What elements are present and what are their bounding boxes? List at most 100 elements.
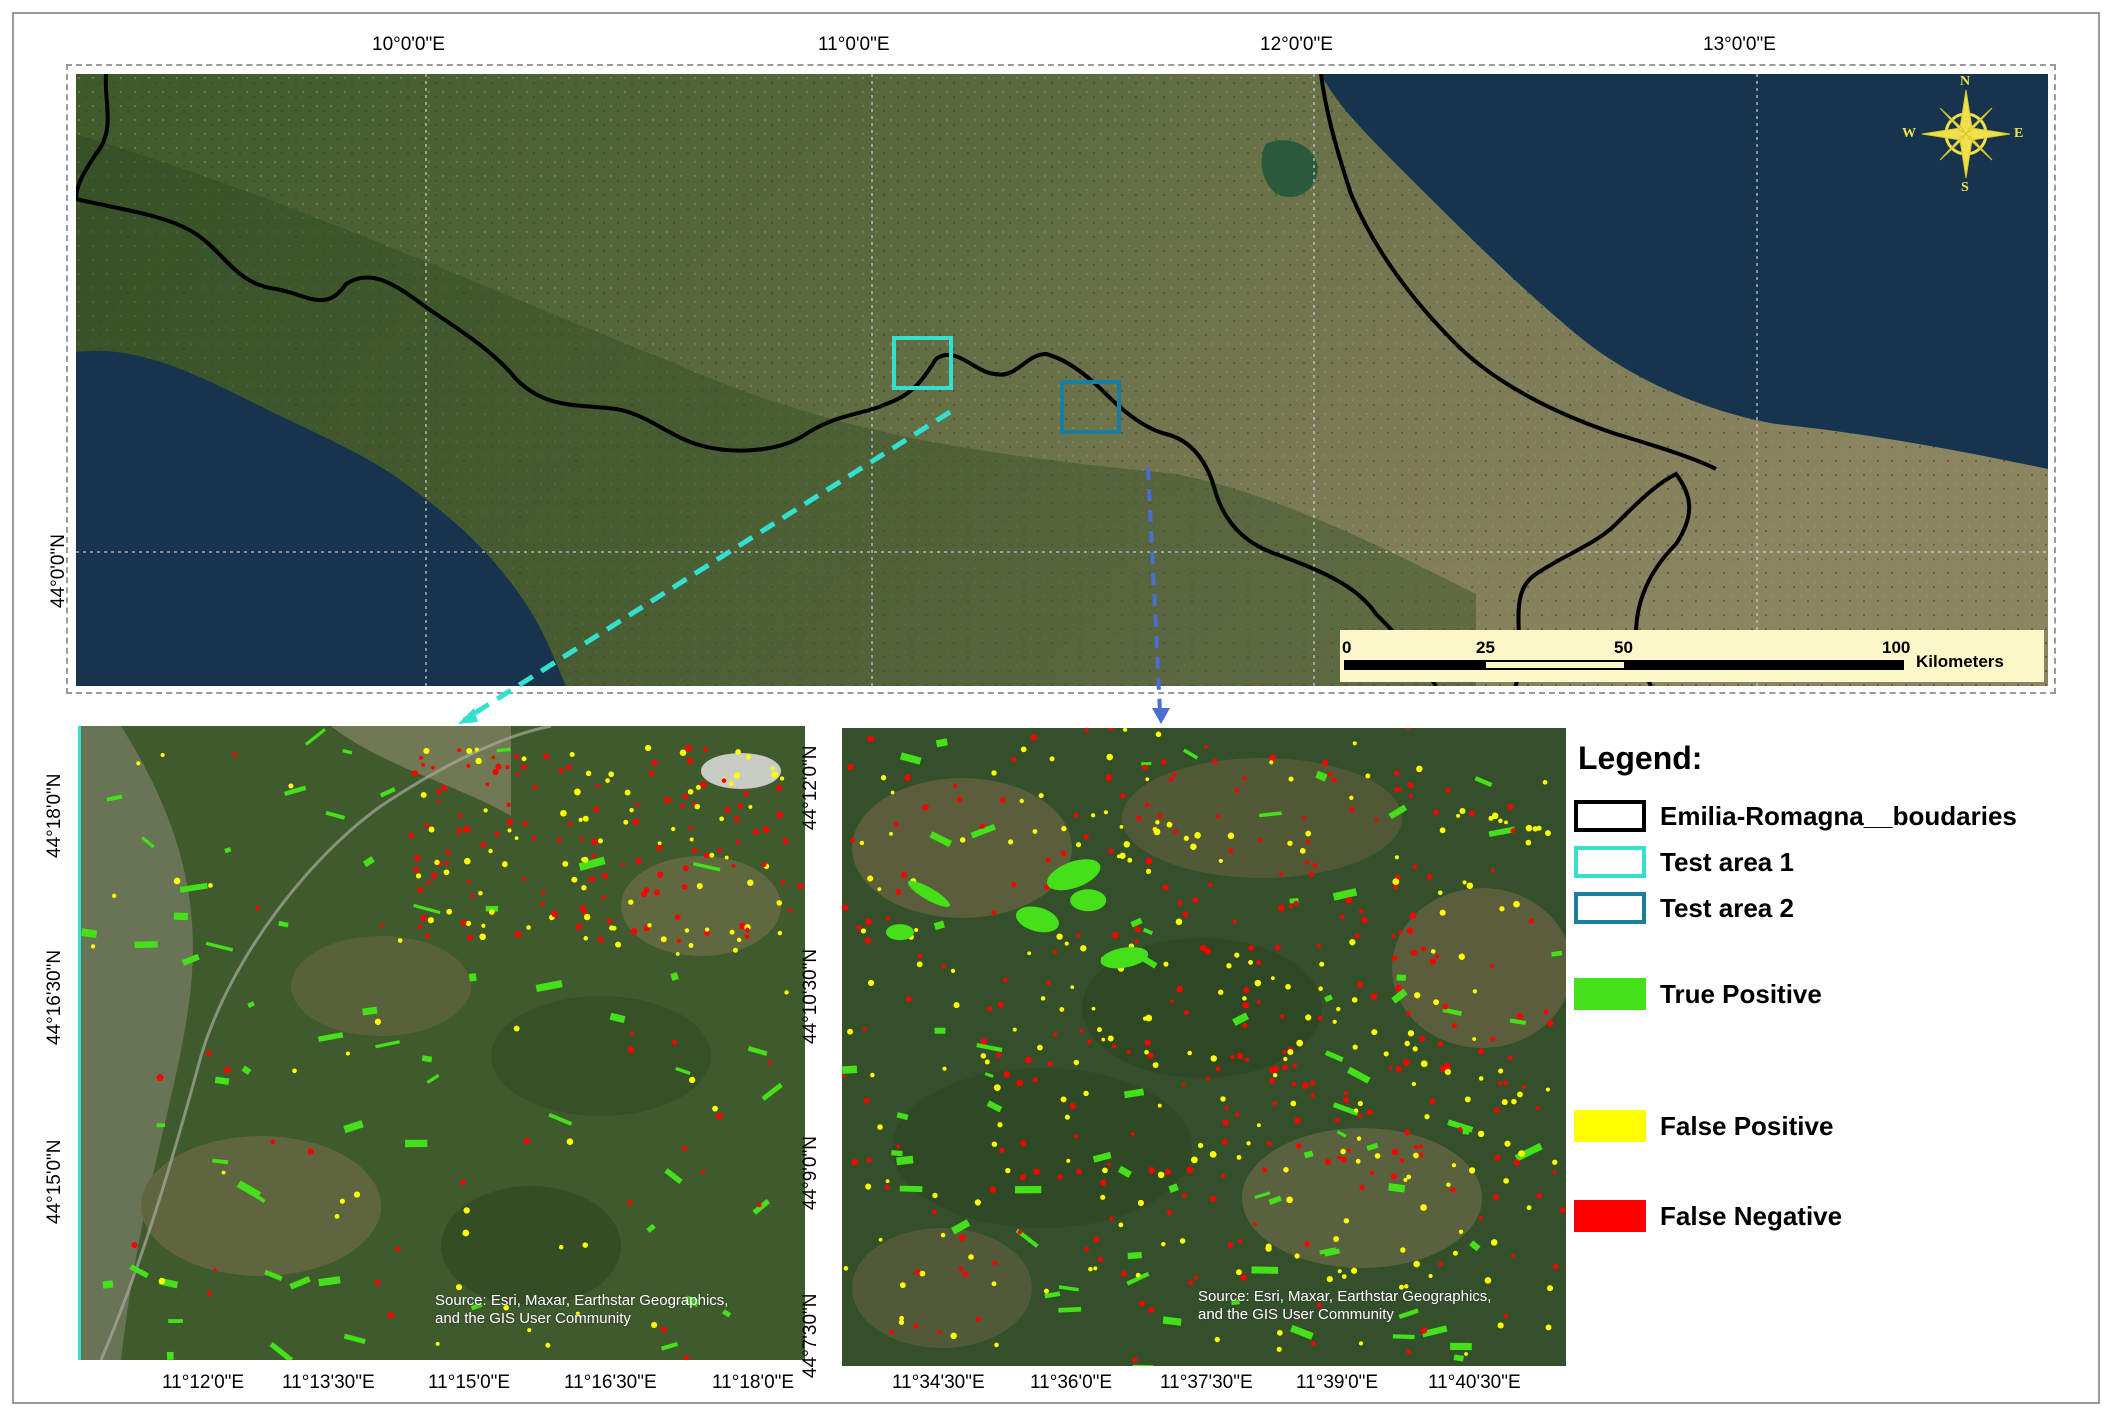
false-negative-point <box>975 1316 981 1322</box>
false-negative-point <box>862 1027 867 1032</box>
false-negative-point <box>1033 1168 1040 1176</box>
false-positive-point <box>1190 843 1197 850</box>
false-negative-point <box>1419 1035 1426 1042</box>
false-negative-point <box>1208 882 1213 887</box>
false-negative-point <box>1069 1102 1076 1110</box>
false-positive-point <box>1153 828 1161 836</box>
false-positive-point <box>1064 1114 1070 1120</box>
area2-left-label-4: 44°7'30"N <box>800 1293 821 1378</box>
false-positive-point <box>1437 890 1443 896</box>
false-positive-point <box>1371 1029 1378 1036</box>
false-positive-point <box>1518 1150 1525 1157</box>
false-negative-point <box>1230 1054 1235 1060</box>
false-positive-point <box>950 968 956 973</box>
false-negative-point <box>987 1006 993 1012</box>
false-negative-point <box>532 785 538 790</box>
false-negative-point <box>540 902 545 907</box>
false-positive-point <box>1060 1096 1067 1103</box>
false-positive-point <box>745 754 751 760</box>
false-negative-point <box>681 884 688 890</box>
false-positive-point <box>1119 825 1124 829</box>
false-negative-point <box>1148 1306 1155 1313</box>
false-positive-point <box>1191 1156 1198 1164</box>
false-positive-point <box>1552 1159 1558 1165</box>
false-positive-point <box>1061 825 1067 832</box>
false-negative-point <box>424 933 430 939</box>
false-negative-point <box>1109 1216 1114 1221</box>
false-positive-point <box>1526 1205 1532 1211</box>
false-positive-point <box>1446 1182 1451 1187</box>
legend-label-boundaries: Emilia-Romagna__boudaries <box>1660 800 2017 831</box>
false-negative-point <box>1398 787 1402 792</box>
false-negative-point <box>1242 1022 1248 1029</box>
false-negative-point <box>1160 759 1167 765</box>
area1-left-label-1: 44°18'0"N <box>44 773 65 858</box>
false-negative-point <box>1490 868 1495 873</box>
false-negative-point <box>1359 1184 1365 1191</box>
false-positive-point <box>733 772 741 779</box>
false-positive-point <box>1152 1062 1159 1069</box>
false-negative-point <box>1343 1096 1350 1103</box>
false-positive-point <box>919 1270 926 1277</box>
false-positive-point <box>1462 880 1467 885</box>
false-negative-point <box>485 782 490 787</box>
test-area-2-map[interactable]: Source: Esri, Maxar, Earthstar Geographi… <box>842 728 1566 1366</box>
false-negative-point <box>307 1148 314 1155</box>
false-positive-point <box>569 752 575 758</box>
false-negative-point <box>1407 781 1414 789</box>
false-negative-point <box>1282 1064 1288 1071</box>
false-positive-point <box>647 923 652 928</box>
false-negative-point <box>418 755 423 760</box>
false-positive-point <box>1351 997 1358 1003</box>
false-positive-point <box>889 831 893 836</box>
false-negative-point <box>1412 864 1418 870</box>
true-positive-patch <box>1014 1185 1042 1194</box>
false-positive-point <box>1536 825 1542 831</box>
false-positive-point <box>464 857 471 865</box>
false-positive-point <box>475 757 482 765</box>
false-positive-point <box>843 1266 849 1271</box>
false-positive-point <box>488 909 495 915</box>
false-negative-point <box>1318 1015 1323 1021</box>
false-negative-point <box>1215 814 1220 819</box>
true-positive-patch <box>885 924 914 941</box>
false-positive-point <box>1254 979 1262 987</box>
test-area-1-map[interactable]: Source: Esri, Maxar, Earthstar Geographi… <box>78 726 805 1360</box>
false-negative-point <box>1494 1154 1501 1161</box>
false-negative-point <box>866 1157 872 1163</box>
false-negative-point <box>445 849 451 855</box>
false-negative-point <box>1105 774 1113 782</box>
false-positive-point <box>1287 1049 1294 1056</box>
false-negative-point <box>621 862 626 867</box>
false-negative-point <box>1345 897 1353 904</box>
false-negative-point <box>780 879 786 885</box>
false-negative-point <box>556 837 562 843</box>
false-positive-point <box>784 990 789 995</box>
false-negative-point <box>904 774 911 781</box>
false-negative-point <box>1272 1101 1277 1106</box>
false-negative-point <box>1357 1113 1362 1118</box>
legend-item-true-positive: True Positive <box>1574 974 1822 1014</box>
false-negative-point <box>1003 1071 1010 1078</box>
true-positive-patch <box>899 1185 923 1193</box>
false-positive-point <box>1349 939 1356 946</box>
false-negative-point <box>1106 1162 1111 1167</box>
false-negative-point <box>541 890 546 895</box>
false-positive-point <box>914 927 919 933</box>
false-positive-point <box>397 938 403 943</box>
false-positive-point <box>1352 1044 1358 1050</box>
false-negative-point <box>1108 848 1114 854</box>
false-positive-point <box>1305 830 1312 837</box>
false-positive-point <box>728 781 734 787</box>
true-positive-patch <box>934 1027 946 1034</box>
false-positive-point <box>1100 1194 1106 1200</box>
false-positive-point <box>1477 1130 1485 1138</box>
false-positive-point <box>1287 840 1293 847</box>
false-positive-point <box>1179 1238 1186 1244</box>
area2-bottom-label-5: 11°40'30"E <box>1428 1372 1521 1393</box>
false-positive-point <box>1234 952 1240 958</box>
false-negative-point <box>1457 1127 1463 1132</box>
false-negative-point <box>1493 1194 1499 1200</box>
false-negative-point <box>213 1268 217 1272</box>
false-negative-point <box>1294 1117 1301 1124</box>
